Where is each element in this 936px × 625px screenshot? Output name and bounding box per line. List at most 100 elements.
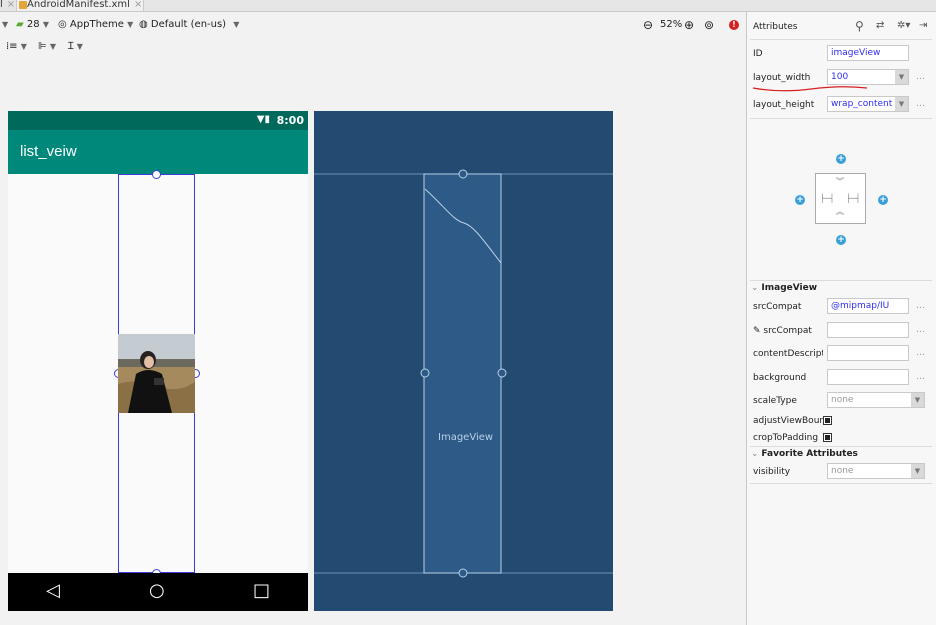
theme-value: AppTheme [69, 19, 124, 30]
layout-width-dropdown[interactable]: 100 ▼ [827, 69, 909, 85]
favorite-section-header[interactable]: ⌄ Favorite Attributes [751, 449, 858, 459]
layout-height-value: wrap_content [831, 99, 893, 109]
chevron-down-icon: ▼ [911, 393, 924, 407]
app-bar: list_veiw [8, 130, 308, 174]
gear-icon[interactable]: ✲▾ [897, 20, 910, 31]
srccompat-value: @mipmap/IU [831, 301, 890, 311]
chevron-down-icon: ︾ [836, 177, 844, 186]
status-time: 8:00 [276, 114, 304, 127]
chevron-up-icon: ︽ [836, 207, 844, 216]
theme-dropdown[interactable]: ◎ AppTheme ▼ [58, 12, 133, 38]
top-anchor-handle[interactable] [152, 170, 161, 179]
search-icon[interactable]: ⚲ [855, 19, 864, 33]
photo-image [118, 334, 195, 413]
attr-label-content-description: contentDescriptio [753, 349, 823, 359]
navigation-bar: ◁ ○ □ [8, 573, 308, 611]
more-icon[interactable]: … [916, 99, 925, 109]
vertical-distribute-icon[interactable]: ⁞≡ ▼ [6, 38, 27, 56]
zoom-level: 52% [660, 19, 683, 30]
chevron-down-icon: ▼ [127, 20, 134, 29]
chevron-down-icon: ▼ [895, 70, 908, 84]
attr-label-visibility: visibility [753, 467, 791, 477]
horizontal-spring-icon: ├─┤ [846, 194, 861, 203]
attr-label-adjustviewbounds: adjustViewBound [753, 416, 823, 426]
locale-dropdown[interactable]: ◍ Default (en-us) ▼ [139, 12, 239, 38]
layout-width-value: 100 [831, 72, 849, 82]
attr-label-layout-height: layout_height [753, 100, 815, 110]
close-icon[interactable]: × [7, 0, 15, 10]
scaletype-dropdown[interactable]: none ▼ [827, 392, 925, 408]
favorite-section-title: Favorite Attributes [761, 449, 858, 459]
srccompat-tools-label: srcCompat [763, 326, 812, 336]
tab-layout-file[interactable]: l × [0, 0, 16, 11]
more-icon[interactable]: … [916, 348, 925, 358]
attributes-panel: Attributes ⚲ ⇄ ✲▾ ⇥ ID imageView layout_… [746, 12, 936, 625]
tab-layout-label: l [0, 0, 3, 10]
chevron-down-icon: ▼ [911, 464, 924, 478]
content-description-field[interactable] [827, 345, 909, 361]
tab-android-manifest[interactable]: AndroidManifest.xml × [16, 0, 144, 11]
croptopadding-checkbox[interactable] [823, 433, 832, 442]
adjustviewbounds-checkbox[interactable] [823, 416, 832, 425]
chevron-down-icon: ▼ [233, 20, 240, 29]
chevron-down-icon: ▼ [42, 20, 49, 29]
tab-manifest-label: AndroidManifest.xml [27, 0, 130, 10]
add-left-constraint-icon[interactable]: + [795, 195, 805, 205]
attr-label-layout-width: layout_width [753, 73, 811, 83]
editor-tab-strip: l × AndroidManifest.xml × [0, 0, 936, 12]
red-underline-annotation [752, 86, 868, 92]
chevron-down-icon[interactable]: ▼ [2, 12, 8, 38]
attr-label-srccompat: srcCompat [753, 302, 802, 312]
api-level-dropdown[interactable]: ▰ 28 ▼ [16, 12, 49, 38]
more-icon[interactable]: … [916, 325, 925, 335]
alignment-toolbar: ⁞≡ ▼ ⊫ ▼ Ɪ ▼ [0, 38, 746, 56]
xml-file-icon [19, 1, 27, 9]
horizontal-spring-icon: ├─┤ [820, 194, 835, 203]
more-icon[interactable]: … [916, 301, 925, 311]
wrench-icon: ✎ [753, 326, 764, 336]
attr-label-croptopadding: cropToPadding [753, 433, 819, 443]
srccompat-tools-field[interactable] [827, 322, 909, 338]
id-value: imageView [831, 48, 881, 58]
layout-height-dropdown[interactable]: wrap_content ▼ [827, 96, 909, 112]
imageview-section-title: ImageView [761, 283, 818, 293]
attr-label-id: ID [753, 49, 763, 59]
app-title: list_veiw [20, 143, 77, 160]
scaletype-value: none [831, 395, 854, 405]
id-field[interactable]: imageView [827, 45, 909, 61]
blueprint-outline [314, 169, 613, 578]
add-bottom-constraint-icon[interactable]: + [836, 235, 846, 245]
layout-editor-toolbar: ▼ ▰ 28 ▼ ◎ AppTheme ▼ ◍ Default (en-us) … [0, 12, 746, 38]
blueprint-surface[interactable]: ImageView [314, 111, 613, 611]
more-icon[interactable]: … [916, 372, 925, 382]
error-icon[interactable]: ! [729, 12, 739, 38]
theme-icon: ◎ [58, 19, 67, 30]
srccompat-field[interactable]: @mipmap/IU [827, 298, 909, 314]
add-top-constraint-icon[interactable]: + [836, 154, 846, 164]
attr-label-background: background [753, 373, 807, 383]
chevron-down-icon: ▼ [895, 97, 908, 111]
blueprint-view-label: ImageView [438, 432, 494, 443]
status-bar: ▼▮ 8:00 [8, 111, 308, 130]
visibility-dropdown[interactable]: none ▼ [827, 463, 925, 479]
attr-label-srccompat-tools: ✎ srcCompat [753, 326, 823, 336]
imageview-section-header[interactable]: ⌄ ImageView [751, 283, 817, 293]
align-left-icon[interactable]: ⊫ ▼ [38, 38, 56, 56]
zoom-to-fit-icon[interactable]: ⊚ [704, 12, 714, 38]
close-icon[interactable]: × [134, 0, 142, 10]
api-level-value: 28 [26, 19, 40, 30]
text-baseline-icon[interactable]: Ɪ ▼ [68, 38, 83, 56]
visibility-value: none [831, 466, 854, 476]
wifi-battery-icon: ▼▮ [256, 114, 270, 125]
android-icon: ▰ [16, 19, 24, 30]
more-icon[interactable]: … [916, 72, 925, 82]
imageview-photo[interactable] [118, 334, 195, 413]
background-field[interactable] [827, 369, 909, 385]
swap-view-icon[interactable]: ⇄ [876, 20, 884, 31]
hide-panel-icon[interactable]: ⇥ [919, 20, 927, 31]
design-surface[interactable]: ▼▮ 8:00 list_veiw ◁ ○ □ [8, 111, 308, 611]
zoom-out-icon[interactable]: ⊖ [643, 12, 653, 38]
panel-title: Attributes [753, 22, 798, 32]
zoom-in-icon[interactable]: ⊕ [684, 12, 694, 38]
add-right-constraint-icon[interactable]: + [878, 195, 888, 205]
